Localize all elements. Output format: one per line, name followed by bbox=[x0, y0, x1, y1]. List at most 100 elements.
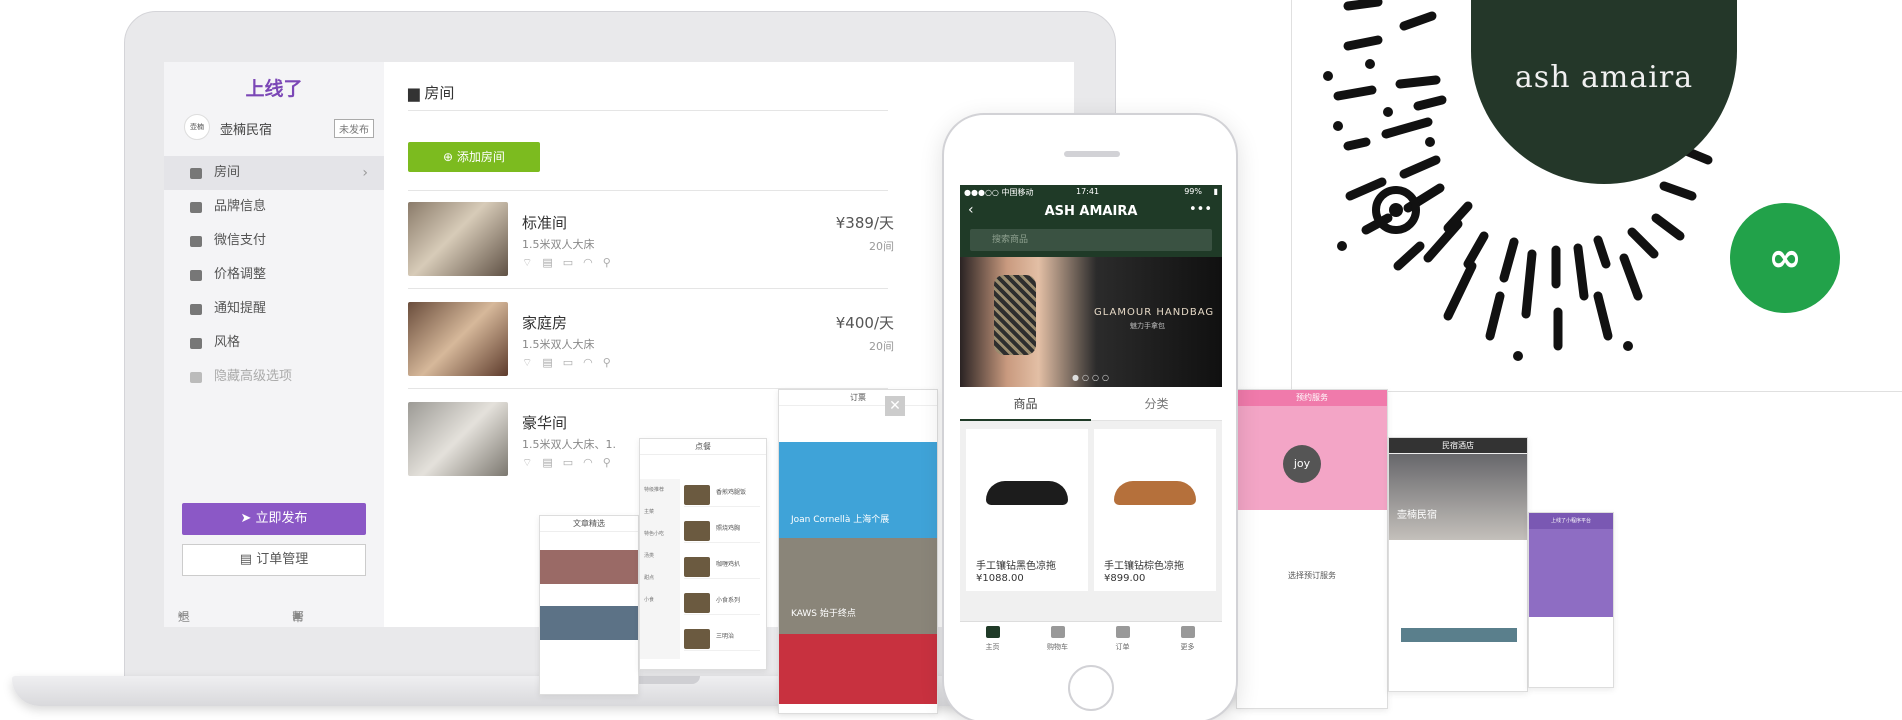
room-thumbnail bbox=[408, 302, 508, 376]
amenities-icons: ⌔▤▭◠⚲ bbox=[522, 456, 621, 469]
phone-speaker bbox=[1064, 151, 1120, 157]
list-icon: ▤ bbox=[239, 552, 257, 567]
building-icon: ▆ bbox=[408, 84, 425, 102]
orders-button[interactable]: ▤ 订单管理 bbox=[182, 544, 366, 576]
booking-phone-card: 预约服务 joy 选择预订服务 bbox=[1236, 389, 1388, 709]
product-card[interactable]: 手工镶钻棕色凉拖 ¥899.00 bbox=[1094, 429, 1216, 591]
room-row[interactable]: 家庭房 1.5米双人大床 ⌔▤▭◠⚲ ¥400/天 20间 bbox=[408, 302, 894, 382]
palette-icon bbox=[190, 338, 202, 349]
category-item[interactable]: 小食 bbox=[640, 589, 680, 611]
qr-code-card: ash amaira ∞ bbox=[1291, 0, 1902, 392]
room-count: 20间 bbox=[869, 340, 894, 353]
sidebar-item-notifications[interactable]: 通知提醒 bbox=[164, 292, 384, 326]
category-item[interactable]: 特级推荐 bbox=[640, 479, 680, 501]
booking-header: 预约服务 joy bbox=[1237, 390, 1387, 510]
dish-name: 三明治 bbox=[716, 633, 735, 640]
tab-category[interactable]: 分类 bbox=[1091, 387, 1222, 421]
search-input[interactable]: 搜索商品 bbox=[970, 229, 1212, 251]
plus-icon: ⊕ bbox=[443, 150, 457, 164]
cart-icon bbox=[1050, 626, 1065, 638]
room-desc: 1.5米双人大床 bbox=[522, 338, 595, 351]
card-title: 预约服务 bbox=[1237, 390, 1387, 406]
dish-row[interactable]: 三明治 bbox=[684, 627, 760, 651]
event-banner[interactable]: Joan Cornellà 上海个展 bbox=[779, 442, 937, 538]
account-row[interactable]: 壶楠 壶楠民宿 未发布 bbox=[184, 112, 374, 144]
more-icon[interactable]: ••• bbox=[1189, 202, 1212, 217]
event-title: Joan Cornellà 上海个展 bbox=[791, 515, 890, 525]
category-item[interactable]: 特色小吃 bbox=[640, 523, 680, 545]
tab-cart[interactable]: 购物车 bbox=[1025, 626, 1090, 652]
category-item[interactable]: 甜点 bbox=[640, 567, 680, 589]
sidebar-item-label: 房间 bbox=[214, 165, 241, 180]
phone-screen: ●●●○○ 中国移动 17:41 99% ▮ ‹ ASH AMAIRA ••• … bbox=[960, 185, 1222, 655]
tab-orders[interactable]: 订单 bbox=[1090, 626, 1155, 652]
book-button[interactable] bbox=[1401, 628, 1517, 642]
sidebar-item-label: 风格 bbox=[214, 335, 241, 350]
category-item[interactable]: 汤类 bbox=[640, 545, 680, 567]
sidebar-item-label: 隐藏高级选项 bbox=[214, 369, 293, 384]
battery-level: 99% bbox=[1184, 187, 1202, 196]
room-desc: 1.5米双人大床、1. bbox=[522, 438, 616, 451]
product-grid: 手工镶钻黑色凉拖 ¥1088.00 手工镶钻棕色凉拖 ¥899.00 bbox=[960, 421, 1222, 621]
dish-row[interactable]: 小食系列 bbox=[684, 591, 760, 615]
sidebar-item-rooms[interactable]: 房间 › bbox=[164, 156, 384, 190]
sidebar-item-label: 通知提醒 bbox=[214, 301, 267, 316]
sidebar-item-payment[interactable]: 微信支付 bbox=[164, 224, 384, 258]
sidebar-item-pricing[interactable]: 价格调整 bbox=[164, 258, 384, 292]
divider bbox=[408, 288, 888, 289]
banner-title: GLAMOUR HANDBAG bbox=[1094, 307, 1215, 318]
tab-more[interactable]: 更多 bbox=[1155, 626, 1220, 652]
promo-banner[interactable]: GLAMOUR HANDBAG 魅力手拿包 ●○○○ bbox=[960, 257, 1222, 387]
home-button[interactable] bbox=[1068, 665, 1114, 711]
platform-header: 上线了小程序平台 bbox=[1529, 513, 1613, 617]
tab-label: 购物车 bbox=[1047, 643, 1068, 651]
carousel-dots[interactable]: ●○○○ bbox=[1072, 373, 1112, 382]
dish-image bbox=[684, 593, 710, 613]
tab-goods[interactable]: 商品 bbox=[960, 387, 1091, 421]
add-room-button[interactable]: ⊕ 添加房间 bbox=[408, 142, 540, 172]
dots-icon bbox=[1180, 626, 1195, 638]
room-row[interactable]: 标准间 1.5米双人大床 ⌔▤▭◠⚲ ¥389/天 20间 bbox=[408, 202, 894, 282]
phone-frame: ●●●○○ 中国移动 17:41 99% ▮ ‹ ASH AMAIRA ••• … bbox=[942, 113, 1238, 720]
amenities-icons: ⌔▤▭◠⚲ bbox=[522, 356, 621, 369]
publish-button[interactable]: ➤ 立即发布 bbox=[182, 503, 366, 535]
dish-name: 香煎鸡腿饭 bbox=[716, 489, 747, 496]
building-icon bbox=[190, 168, 202, 179]
banner-subtitle: 魅力手拿包 bbox=[1130, 322, 1165, 330]
nav-bar: ‹ ASH AMAIRA ••• bbox=[960, 199, 1222, 225]
dish-row[interactable]: 照烧鸡胸 bbox=[684, 519, 760, 543]
sidebar-item-style[interactable]: 风格 bbox=[164, 326, 384, 360]
sidebar-menu: 房间 › 品牌信息 微信支付 价格调整 通知提醒 风格 隐藏高级选项 bbox=[164, 156, 384, 394]
dish-row[interactable]: 咖喱鸡扒 bbox=[684, 555, 760, 579]
close-icon[interactable]: ✕ bbox=[885, 396, 905, 416]
page-title-text: 房间 bbox=[424, 84, 455, 102]
bell-icon bbox=[190, 304, 202, 315]
tab-label: 订单 bbox=[1115, 643, 1130, 651]
exit-label: 退出编辑器 bbox=[178, 610, 191, 624]
product-card[interactable]: 手工镶钻黑色凉拖 ¥1088.00 bbox=[966, 429, 1088, 591]
event-banner[interactable] bbox=[779, 634, 937, 704]
event-title: KAWS 始于终点 bbox=[791, 609, 856, 619]
room-count: 20间 bbox=[869, 240, 894, 253]
home-icon bbox=[985, 626, 1000, 638]
room-name: 标准间 bbox=[522, 214, 568, 232]
tab-home[interactable]: 主页 bbox=[960, 626, 1025, 652]
content-tabs: 商品 分类 bbox=[960, 387, 1222, 421]
tickets-phone-card: 订票 ✕ Joan Cornellà 上海个展 KAWS 始于终点 bbox=[778, 389, 938, 714]
dish-row[interactable]: 香煎鸡腿饭 bbox=[684, 483, 760, 507]
dish-name: 照烧鸡胸 bbox=[716, 525, 741, 532]
event-banner[interactable]: KAWS 始于终点 bbox=[779, 538, 937, 634]
category-item[interactable]: 主菜 bbox=[640, 501, 680, 523]
article-image bbox=[540, 606, 638, 640]
help-label: 帮助文档 bbox=[292, 610, 305, 624]
sidebar-item-brand[interactable]: 品牌信息 bbox=[164, 190, 384, 224]
sidebar-item-advanced[interactable]: 隐藏高级选项 bbox=[164, 360, 384, 394]
room-desc: 1.5米双人大床 bbox=[522, 238, 595, 251]
hotel-name: 壶楠民宿 bbox=[1397, 510, 1437, 521]
article-image bbox=[540, 550, 638, 584]
rocket-icon: ➤ bbox=[240, 511, 256, 526]
sidebar-item-label: 微信支付 bbox=[214, 233, 267, 248]
room-price: ¥400/天 bbox=[835, 314, 894, 332]
caret-up-icon bbox=[190, 372, 202, 383]
search-placeholder: 搜索商品 bbox=[992, 235, 1029, 245]
